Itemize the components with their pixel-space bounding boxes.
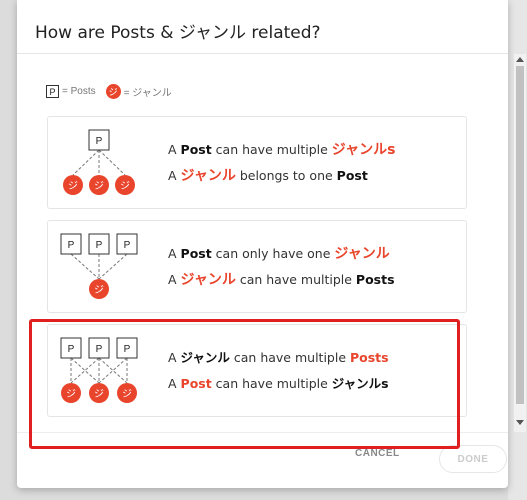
- diagram-post-label: P: [68, 240, 75, 251]
- dialog-title: How are Posts & ジャンル related?: [35, 23, 321, 43]
- diagram-genre-label: ジ: [66, 389, 76, 400]
- option-one-to-many[interactable]: P ジ ジ ジ A Post can have multiple ジャンルs A…: [47, 116, 467, 209]
- one-to-many-diagram-icon: P ジ ジ ジ: [63, 129, 135, 195]
- diagram-post-label: P: [96, 136, 103, 147]
- done-button[interactable]: DONE: [439, 445, 507, 473]
- option-description: A Post can have multiple ジャンルs A ジャンル be…: [168, 142, 396, 184]
- post-legend-label: = Posts: [62, 86, 96, 97]
- divider: [17, 432, 508, 433]
- option-description: A ジャンル can have multiple Posts A Post ca…: [168, 350, 389, 391]
- option-description: A Post can only have one ジャンル A ジャンル can…: [168, 246, 395, 288]
- diagram-genre-label: ジ: [68, 181, 78, 192]
- many-to-one-diagram-icon: P P P ジ: [60, 233, 138, 299]
- scroll-up-icon[interactable]: [516, 57, 524, 62]
- diagram-post-label: P: [124, 240, 131, 251]
- diagram-genre-label: ジ: [94, 285, 104, 296]
- option-many-to-many[interactable]: P P P ジ ジ ジ A ジャンル can have multiple Pos…: [47, 324, 467, 417]
- genre-legend-icon: ジ: [105, 84, 121, 99]
- genre-legend-label: = ジャンル: [123, 88, 172, 99]
- legend: P = Posts ジ = ジャンル: [46, 84, 172, 99]
- cancel-button[interactable]: CANCEL: [355, 448, 400, 459]
- diagram-genre-label: ジ: [122, 389, 132, 400]
- many-to-many-diagram-icon: P P P ジ ジ ジ: [60, 337, 138, 403]
- diagram-genre-label: ジ: [94, 181, 104, 192]
- diagram-genre-label: ジ: [120, 181, 130, 192]
- scrollbar[interactable]: [514, 54, 526, 432]
- post-legend-icon: P: [46, 85, 59, 98]
- diagram-post-label: P: [96, 344, 103, 355]
- diagram-post-label: P: [124, 344, 131, 355]
- relation-dialog: How are Posts & ジャンル related? P = Posts …: [17, 0, 526, 488]
- diagram-post-label: P: [96, 240, 103, 251]
- option-many-to-one[interactable]: P P P ジ A Post can only have one ジャンル A …: [47, 220, 467, 313]
- scroll-down-icon[interactable]: [516, 420, 524, 425]
- diagram-post-label: P: [68, 344, 75, 355]
- scroll-thumb[interactable]: [516, 66, 524, 404]
- options-scroll-area[interactable]: P = Posts ジ = ジャンル P ジ ジ ジ A Post can ha…: [17, 54, 508, 432]
- diagram-genre-label: ジ: [94, 389, 104, 400]
